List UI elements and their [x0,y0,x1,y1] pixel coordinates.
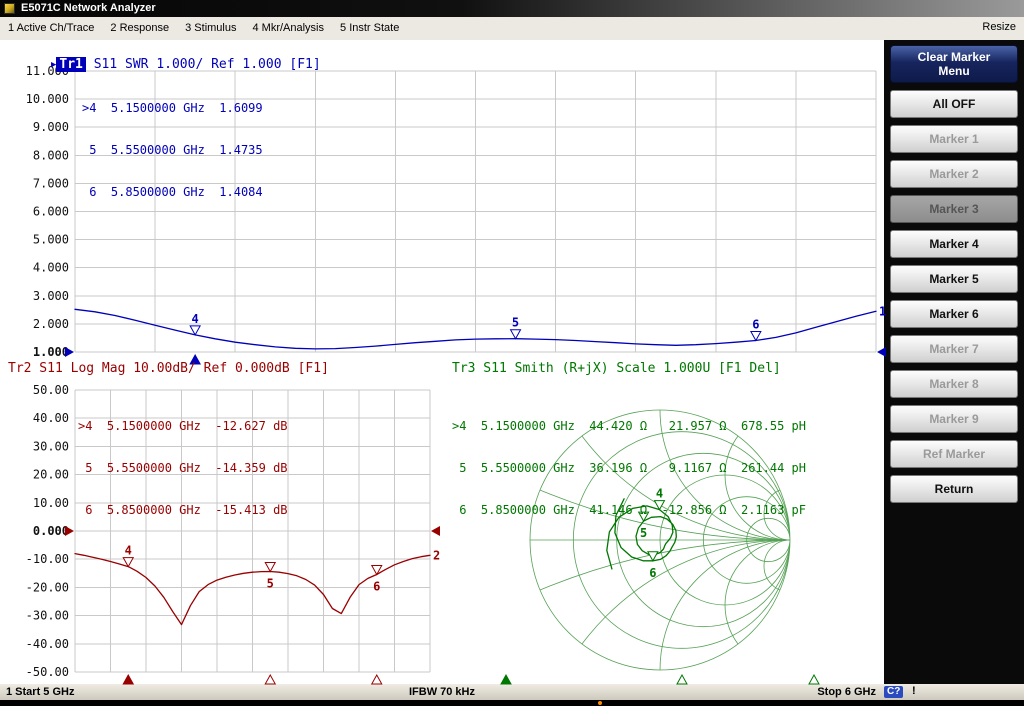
svg-text:-50.00: -50.00 [26,665,69,679]
softkey-all-off[interactable]: All OFF [890,90,1018,118]
svg-text:9.000: 9.000 [33,120,69,134]
tr1-label: Tr1 [56,57,85,72]
svg-text:1: 1 [879,304,886,318]
softkey-ref-marker: Ref Marker [890,440,1018,468]
svg-text:2.000: 2.000 [33,317,69,331]
tr3-header[interactable]: Tr3 S11 Smith (R+jX) Scale 1.000U [F1 De… [452,361,781,376]
marker-readout-line: 5 5.5500000 GHz -14.359 dB [78,461,288,475]
app-icon [4,3,15,14]
menu-item-stimulus[interactable]: 3 Stimulus [177,17,244,40]
softkey-panel: Clear Marker Menu All OFF Marker 1 Marker … [884,40,1024,684]
status-correction-badge[interactable]: C? [884,686,903,698]
svg-text:-20.00: -20.00 [26,580,69,594]
menu-item-resize[interactable]: Resize [982,21,1016,33]
softkey-marker-8: Marker 8 [890,370,1018,398]
menu-item-mkr-analysis[interactable]: 4 Mkr/Analysis [244,17,332,40]
marker-readout-line: 5 5.5500000 GHz 1.4735 [82,143,263,157]
plot-area: ▶Tr1 S11 SWR 1.000/ Ref 1.000 [F1] >4 5.… [0,40,884,684]
svg-text:1.000: 1.000 [33,345,69,359]
svg-text:40.00: 40.00 [33,411,69,425]
marker-readout-line: >4 5.1500000 GHz -12.627 dB [78,419,288,433]
status-ifbw: IFBW 70 kHz [0,686,884,698]
bottom-strip [0,700,1024,706]
status-alert: ! [912,685,916,697]
menu-item-active-ch-trace[interactable]: 1 Active Ch/Trace [0,17,102,40]
tr3-marker-readout: >4 5.1500000 GHz 44.420 Ω 21.957 Ω 678.5… [452,391,806,545]
softkey-return[interactable]: Return [890,475,1018,503]
svg-text:3.000: 3.000 [33,289,69,303]
svg-text:-30.00: -30.00 [26,609,69,623]
menu-bar: 1 Active Ch/Trace2 Response3 Stimulus4 M… [0,17,1024,41]
softkey-marker-7: Marker 7 [890,335,1018,363]
softkey-marker-1: Marker 1 [890,125,1018,153]
softkey-button-list: All OFF Marker 1 Marker 2 Marker 3 Marker 4 M… [884,90,1024,503]
window-title: E5071C Network Analyzer [21,0,156,17]
softkey-marker-2: Marker 2 [890,160,1018,188]
marker-readout-line: 6 5.8500000 GHz 1.4084 [82,185,263,199]
svg-text:7.000: 7.000 [33,176,69,190]
svg-text:10.000: 10.000 [26,92,69,106]
svg-text:0.000: 0.000 [33,524,69,538]
marker-readout-line: 6 5.8500000 GHz -15.413 dB [78,503,288,517]
svg-text:4.000: 4.000 [33,261,69,275]
svg-text:5: 5 [267,576,274,590]
marker-readout-line: >4 5.1500000 GHz 1.6099 [82,101,263,115]
softkey-marker-4[interactable]: Marker 4 [890,230,1018,258]
tr1-header-text: S11 SWR 1.000/ Ref 1.000 [F1] [86,57,321,72]
status-stop: Stop 6 GHz [817,686,876,698]
svg-text:20.00: 20.00 [33,468,69,482]
indicator-led [598,701,602,705]
svg-text:6: 6 [752,318,759,332]
svg-text:50.00: 50.00 [33,383,69,397]
e5071c-window: E5071C Network Analyzer 1 Active Ch/Trac… [0,0,1024,706]
tr2-header[interactable]: Tr2 S11 Log Mag 10.00dB/ Ref 0.000dB [F1… [8,361,329,376]
menu-item-instr-state[interactable]: 5 Instr State [332,17,407,40]
menu-item-response[interactable]: 2 Response [102,17,177,40]
tr1-marker-readout: >4 5.1500000 GHz 1.6099 5 5.5500000 GHz … [82,73,263,227]
svg-text:5.000: 5.000 [33,233,69,247]
marker-readout-line: 5 5.5500000 GHz 36.196 Ω 9.1167 Ω 261.44… [452,461,806,475]
softkey-menu-title: Clear Marker Menu [890,45,1018,83]
svg-text:4: 4 [125,544,132,558]
softkey-marker-3[interactable]: Marker 3 [890,195,1018,223]
marker-readout-line: >4 5.1500000 GHz 44.420 Ω 21.957 Ω 678.5… [452,419,806,433]
softkey-marker-9: Marker 9 [890,405,1018,433]
svg-text:6.000: 6.000 [33,205,69,219]
svg-text:2: 2 [433,548,440,562]
svg-text:5: 5 [512,316,519,330]
svg-text:6: 6 [649,566,656,580]
tr2-marker-readout: >4 5.1500000 GHz -12.627 dB 5 5.5500000 … [78,391,288,545]
svg-text:4: 4 [192,312,199,326]
marker-readout-line: 6 5.8500000 GHz 41.146 Ω -12.856 Ω 2.116… [452,503,806,517]
svg-text:30.00: 30.00 [33,439,69,453]
title-bar[interactable]: E5071C Network Analyzer [0,0,1024,17]
softkey-marker-5[interactable]: Marker 5 [890,265,1018,293]
svg-text:10.00: 10.00 [33,496,69,510]
svg-text:-10.00: -10.00 [26,552,69,566]
svg-text:8.000: 8.000 [33,148,69,162]
softkey-marker-6[interactable]: Marker 6 [890,300,1018,328]
status-bar: 1 Start 5 GHz IFBW 70 kHz Stop 6 GHz C? … [0,684,1024,700]
svg-text:-40.00: -40.00 [26,637,69,651]
svg-text:6: 6 [373,579,380,593]
